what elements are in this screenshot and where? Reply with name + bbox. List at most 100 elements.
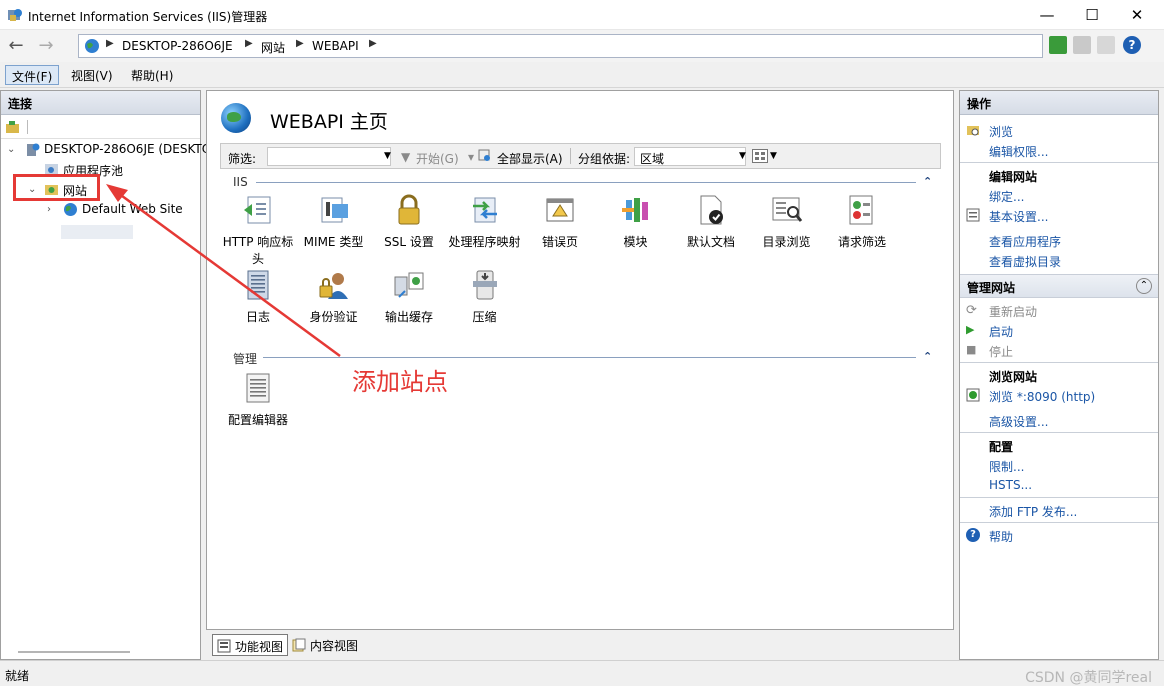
feature-handler-mappings[interactable]: 处理程序映射 (447, 194, 523, 251)
edit-site-heading: 编辑网站 (989, 170, 1038, 184)
feature-configuration-editor[interactable]: 配置编辑器 (220, 372, 296, 429)
stop-square-icon: ■ (966, 343, 977, 356)
group-by-select[interactable]: 区域 (634, 147, 746, 166)
handler-mappings-icon (469, 194, 501, 226)
minimize-button[interactable]: — (1024, 0, 1070, 30)
action-basic-settings[interactable]: 基本设置... (989, 208, 1048, 225)
action-stop[interactable]: 停止 (989, 343, 1013, 360)
action-view-virtual-dirs[interactable]: 查看虚拟目录 (989, 253, 1061, 270)
horizontal-scrollbar[interactable] (18, 651, 130, 653)
view-mode-icon[interactable] (752, 149, 768, 163)
show-all-button[interactable]: 全部显示(A) (497, 150, 563, 167)
feature-label: 模块 (623, 235, 648, 249)
action-help[interactable]: 帮助 (989, 528, 1013, 545)
action-bindings[interactable]: 绑定... (989, 188, 1024, 205)
window-title: Internet Information Services (IIS)管理器 (28, 10, 268, 24)
feature-error-pages[interactable]: 错误页 (522, 194, 598, 251)
breadcrumb-separator-icon: ▶ (369, 38, 377, 49)
collapse-chevron-icon[interactable]: ⌄ (7, 144, 15, 155)
connections-toolbar (1, 115, 200, 139)
features-view-icon (217, 639, 231, 653)
action-browse-port[interactable]: 浏览 *:8090 (http) (989, 388, 1095, 405)
logging-icon (242, 269, 274, 301)
filter-input[interactable] (267, 147, 391, 166)
filter-label: 筛选: (228, 152, 257, 166)
title-bar: Internet Information Services (IIS)管理器 —… (0, 0, 1164, 30)
feature-authentication[interactable]: 身份验证 (296, 269, 372, 326)
address-bar[interactable]: ▶ DESKTOP-286O6JE ▶ 网站 ▶ WEBAPI ▶ (78, 34, 1043, 58)
close-button[interactable]: ✕ (1114, 0, 1160, 30)
feature-http-headers[interactable]: HTTP 响应标头 (220, 194, 296, 268)
feature-default-document[interactable]: 默认文档 (673, 194, 749, 251)
modules-icon (620, 194, 652, 226)
manage-site-group[interactable]: 管理网站 ⌃ (960, 274, 1158, 298)
group-by-label: 分组依据: (578, 152, 631, 166)
maximize-button[interactable]: ☐ (1069, 0, 1115, 30)
configuration-editor-icon (242, 372, 274, 404)
dropdown-arrow-icon[interactable]: ▼ (770, 151, 777, 161)
show-all-icon (478, 149, 490, 161)
feature-label: 处理程序映射 (448, 235, 521, 249)
collapse-section-icon[interactable]: ⌃ (923, 350, 932, 363)
feature-mime-types[interactable]: MIME 类型 (296, 194, 372, 251)
menu-help[interactable]: 帮助(H) (125, 65, 179, 85)
feature-label: MIME 类型 (303, 235, 364, 249)
status-text: 就绪 (5, 669, 30, 683)
menu-view[interactable]: 视图(V) (65, 65, 119, 85)
collapse-group-icon[interactable]: ⌃ (1136, 278, 1152, 294)
watermark: CSDN @黄同学real (1025, 670, 1152, 686)
feature-directory-browsing[interactable]: 目录浏览 (749, 194, 825, 251)
action-hsts[interactable]: HSTS... (989, 478, 1032, 492)
start-dropdown-icon[interactable]: ▾ (468, 150, 474, 164)
server-icon (27, 143, 40, 156)
feature-output-caching[interactable]: 输出缓存 (371, 269, 447, 326)
breadcrumb-server[interactable]: DESKTOP-286O6JE (122, 39, 233, 53)
feature-ssl-lock[interactable]: SSL 设置 (371, 194, 447, 251)
start-button[interactable]: 开始(G) (416, 150, 459, 167)
breadcrumb-separator-icon: ▶ (296, 38, 304, 49)
action-add-ftp[interactable]: 添加 FTP 发布... (989, 503, 1077, 520)
feature-modules[interactable]: 模块 (598, 194, 674, 251)
action-view-applications[interactable]: 查看应用程序 (989, 233, 1061, 250)
annotation-add-site: 添加站点 (352, 368, 448, 396)
basic-settings-icon (966, 208, 980, 222)
feature-logging[interactable]: 日志 (220, 269, 296, 326)
feature-label: 请求筛选 (837, 235, 886, 249)
tab-features-view[interactable]: 功能视图 (212, 634, 289, 656)
browse-globe-icon (966, 388, 980, 402)
action-edit-permissions[interactable]: 编辑权限... (989, 143, 1048, 160)
section-iis: IIS (233, 175, 248, 189)
tab-content-view[interactable]: 内容视图 (288, 634, 362, 656)
feature-compression[interactable]: 压缩 (447, 269, 523, 326)
forward-arrow-icon[interactable]: → (33, 34, 59, 58)
action-limits[interactable]: 限制... (989, 458, 1024, 475)
actions-title: 操作 (960, 91, 1158, 115)
action-browse[interactable]: 浏览 (989, 123, 1013, 140)
connect-icon[interactable] (5, 119, 21, 135)
dropdown-arrow-icon[interactable]: ▼ (384, 151, 391, 161)
section-management: 管理 (233, 352, 258, 366)
dropdown-arrow-icon[interactable]: ▼ (739, 151, 746, 161)
action-restart[interactable]: 重新启动 (989, 303, 1037, 320)
request-filtering-icon (846, 194, 878, 226)
stop-icon[interactable] (1073, 36, 1091, 54)
feature-label: 错误页 (541, 235, 578, 249)
authentication-icon (318, 269, 350, 301)
view-tabs: 功能视图 内容视图 (206, 632, 954, 658)
breadcrumb-separator-icon: ▶ (106, 38, 114, 49)
home-icon[interactable] (1097, 36, 1115, 54)
expand-chevron-icon[interactable]: › (47, 204, 51, 215)
feature-label: 默认文档 (686, 235, 735, 249)
breadcrumb-webapi[interactable]: WEBAPI (312, 39, 359, 53)
breadcrumb-sites[interactable]: 网站 (261, 39, 285, 56)
action-start[interactable]: 启动 (989, 323, 1013, 340)
mime-types-icon (318, 194, 350, 226)
action-advanced-settings[interactable]: 高级设置... (989, 413, 1048, 430)
menu-file[interactable]: 文件(F) (5, 65, 60, 85)
back-arrow-icon[interactable]: ← (3, 34, 29, 58)
collapse-section-icon[interactable]: ⌃ (923, 175, 932, 188)
help-icon[interactable]: ? (1123, 36, 1141, 54)
feature-request-filtering[interactable]: 请求筛选 (824, 194, 900, 251)
feature-label: HTTP 响应标头 (222, 235, 294, 266)
refresh-icon[interactable] (1049, 36, 1067, 54)
